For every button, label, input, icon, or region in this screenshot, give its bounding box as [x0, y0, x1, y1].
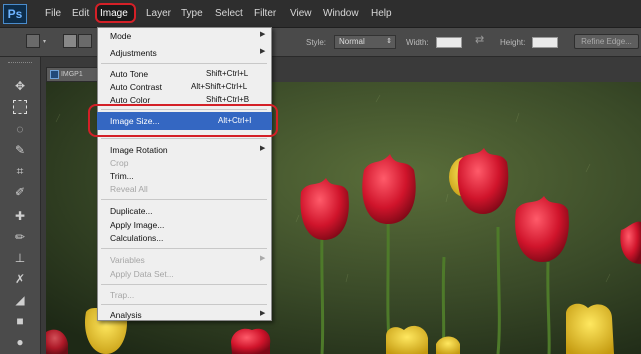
- document-tab-title: IMGP1: [60, 71, 83, 78]
- width-label: Width:: [406, 38, 429, 47]
- submenu-arrow-icon: ▶: [260, 31, 266, 38]
- gradient-tool-icon[interactable]: ■: [12, 313, 28, 329]
- add-selection-icon[interactable]: [78, 34, 92, 48]
- history-brush-tool-icon[interactable]: ✗: [12, 271, 28, 287]
- photoshop-logo: Ps: [3, 4, 27, 24]
- menu-filter[interactable]: Filter: [254, 8, 276, 19]
- image-size-callout-ring: [88, 104, 278, 137]
- style-select[interactable]: Normal ⇕: [334, 35, 396, 49]
- menu-separator: [101, 248, 267, 249]
- menu-type[interactable]: Type: [181, 8, 203, 19]
- move-tool-icon[interactable]: ✥: [12, 78, 28, 94]
- panel-grip-icon[interactable]: [8, 62, 32, 66]
- menu-item-auto-tone[interactable]: Auto Tone: [110, 69, 148, 79]
- menu-item-mode[interactable]: Mode: [110, 31, 131, 41]
- document-tab[interactable]: IMGP1: [46, 67, 98, 82]
- style-label: Style:: [306, 38, 327, 47]
- blur-tool-icon[interactable]: ●: [12, 334, 28, 350]
- crop-tool-icon[interactable]: ⌗: [12, 163, 28, 179]
- submenu-arrow-icon: ▶: [260, 145, 266, 152]
- marquee-tool-icon[interactable]: [13, 100, 27, 114]
- menu-separator: [101, 284, 267, 285]
- lasso-tool-icon[interactable]: ◌: [12, 121, 28, 137]
- swap-icon[interactable]: ⇄: [475, 33, 484, 46]
- submenu-arrow-icon: ▶: [260, 48, 266, 55]
- width-field[interactable]: [436, 37, 462, 48]
- menu-item-apply-image[interactable]: Apply Image...: [110, 220, 164, 230]
- menu-item-trim[interactable]: Trim...: [110, 171, 134, 181]
- height-field[interactable]: [532, 37, 558, 48]
- chevron-down-icon[interactable]: ▾: [43, 38, 48, 45]
- clone-stamp-tool-icon[interactable]: ⊥: [12, 250, 28, 266]
- menu-select[interactable]: Select: [215, 8, 243, 19]
- eyedropper-tool-icon[interactable]: ✐: [12, 184, 28, 200]
- menu-help[interactable]: Help: [371, 8, 392, 19]
- menu-item-variables[interactable]: Variables: [110, 255, 145, 265]
- menu-item-duplicate[interactable]: Duplicate...: [110, 206, 153, 216]
- refine-edge-button[interactable]: Refine Edge...: [574, 34, 639, 49]
- menu-separator: [101, 138, 267, 139]
- shortcut-auto-color: Shift+Ctrl+B: [206, 95, 250, 104]
- menu-view[interactable]: View: [290, 8, 312, 19]
- menu-separator: [101, 304, 267, 305]
- menu-item-crop[interactable]: Crop: [110, 158, 128, 168]
- menu-item-auto-contrast[interactable]: Auto Contrast: [110, 82, 162, 92]
- menu-item-calculations[interactable]: Calculations...: [110, 233, 163, 243]
- menu-layer[interactable]: Layer: [146, 8, 171, 19]
- menu-image[interactable]: Image: [100, 8, 128, 19]
- eraser-tool-icon[interactable]: ◢: [12, 292, 28, 308]
- height-label: Height:: [500, 38, 526, 47]
- healing-brush-tool-icon[interactable]: ✚: [12, 208, 28, 224]
- shortcut-auto-contrast: Alt+Shift+Ctrl+L: [191, 82, 248, 91]
- menu-separator: [101, 199, 267, 200]
- menu-edit[interactable]: Edit: [72, 8, 89, 19]
- menu-item-trap[interactable]: Trap...: [110, 290, 134, 300]
- new-selection-icon[interactable]: [63, 34, 77, 48]
- menu-separator: [101, 63, 267, 64]
- marquee-tool-preset-icon[interactable]: [26, 34, 40, 48]
- menu-item-image-rotation[interactable]: Image Rotation: [110, 145, 168, 155]
- menu-item-adjustments[interactable]: Adjustments: [110, 48, 157, 58]
- submenu-arrow-icon: ▶: [260, 310, 266, 317]
- menu-item-apply-data-set[interactable]: Apply Data Set...: [110, 269, 174, 279]
- menu-item-analysis[interactable]: Analysis: [110, 310, 142, 320]
- submenu-arrow-icon: ▶: [260, 255, 266, 262]
- stepper-icon: ⇕: [386, 38, 392, 45]
- menu-file[interactable]: File: [45, 8, 61, 19]
- quick-selection-tool-icon[interactable]: ✎: [12, 142, 28, 158]
- shortcut-auto-tone: Shift+Ctrl+L: [206, 69, 249, 78]
- brush-tool-icon[interactable]: ✏: [12, 229, 28, 245]
- menu-item-reveal-all[interactable]: Reveal All: [110, 184, 148, 194]
- ps-file-icon: [50, 69, 59, 79]
- style-value: Normal: [339, 37, 365, 46]
- menu-window[interactable]: Window: [323, 8, 359, 19]
